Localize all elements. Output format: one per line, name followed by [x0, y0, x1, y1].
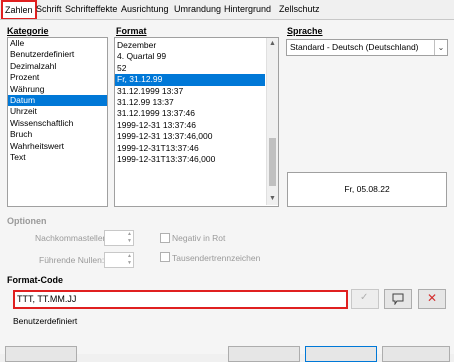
kategorie-list-item[interactable]: Alle [8, 38, 107, 49]
format-list-item[interactable]: Fr, 31.12.99 [115, 74, 265, 86]
optionen-label: Optionen [7, 216, 47, 226]
tab-schrifteffekte[interactable]: Schrifteffekte [63, 1, 119, 18]
format-list-item[interactable]: 1999-12-31 13:37:46,000 [115, 131, 265, 142]
kategorie-list-item[interactable]: Datum [8, 94, 107, 107]
format-list-item[interactable]: 1999-12-31 13:37:46 [115, 120, 265, 131]
fuehrende-spinner[interactable]: ▲ ▼ [104, 252, 134, 268]
format-list[interactable]: Dezember 4. Quartal 99 52 Fr, 31.12.99 31.12… [114, 37, 279, 207]
kategorie-label: Kategorie [7, 26, 49, 36]
chevron-down-icon[interactable]: ⌄ [434, 40, 447, 55]
tab-umrandung[interactable]: Umrandung [172, 1, 223, 18]
kategorie-list-item[interactable]: Text [8, 152, 107, 163]
formatcode-input[interactable]: TTT, TT.MM.JJ [13, 290, 348, 309]
formatcode-label: Format-Code [7, 275, 63, 285]
checkmark-icon: ✓ [360, 292, 369, 303]
spin-up-icon[interactable]: ▲ [127, 231, 132, 237]
format-label: Format [116, 26, 147, 36]
tab-schrift[interactable]: Schrift [34, 1, 64, 18]
check-button[interactable]: ✓ [351, 289, 379, 309]
tab-ausrichtung[interactable]: Ausrichtung [119, 1, 171, 18]
sprache-value: Standard - Deutsch (Deutschland) [290, 42, 419, 52]
nachkomma-spinner[interactable]: ▲ ▼ [104, 230, 134, 246]
kategorie-list-item[interactable]: Bruch [8, 129, 107, 140]
kategorie-list-item[interactable]: Dezimalzahl [8, 61, 107, 72]
nachkomma-label: Nachkommastellen: [35, 233, 110, 243]
kategorie-list-item[interactable]: Wissenschaftlich [8, 118, 107, 129]
scroll-down-icon[interactable]: ▼ [269, 195, 276, 202]
kategorie-list[interactable]: Alle Benutzerdefiniert Dezimalzahl Prozent W… [7, 37, 108, 207]
tab-zahlen[interactable]: Zahlen [1, 0, 37, 20]
format-list-item[interactable]: Dezember [115, 40, 265, 51]
sprache-select[interactable]: Standard - Deutsch (Deutschland) ⌄ [286, 39, 448, 56]
sprache-label: Sprache [287, 26, 323, 36]
spin-up-icon[interactable]: ▲ [127, 253, 132, 259]
scroll-up-icon[interactable]: ▲ [269, 40, 276, 47]
spin-down-icon[interactable]: ▼ [127, 238, 132, 244]
spin-down-icon[interactable]: ▼ [127, 260, 132, 266]
tausender-label: Tausendertrennzeichen [172, 253, 261, 263]
delete-button[interactable]: ✕ [418, 289, 446, 309]
cancel-button[interactable] [382, 346, 450, 362]
tab-bar: Zahlen Schrift Schrifteffekte Ausrichtun… [0, 0, 454, 20]
format-list-item[interactable]: 31.12.1999 13:37 [115, 86, 265, 97]
negativ-label: Negativ in Rot [172, 233, 226, 243]
format-list-item[interactable]: 1999-12-31T13:37:46,000 [115, 154, 265, 165]
formatcode-description: Benutzerdefiniert [13, 316, 78, 326]
preview-box: Fr, 05.08.22 [287, 172, 447, 207]
help-button[interactable] [5, 346, 77, 362]
format-list-item[interactable]: 31.12.99 13:37 [115, 97, 265, 108]
reset-button[interactable] [228, 346, 300, 362]
tausender-checkbox[interactable] [160, 252, 170, 262]
ok-button[interactable] [305, 346, 377, 362]
format-list-item[interactable]: 31.12.1999 13:37:46 [115, 108, 265, 119]
kategorie-list-item[interactable]: Uhrzeit [8, 106, 107, 117]
kategorie-list-item[interactable]: Prozent [8, 72, 107, 83]
kategorie-list-item[interactable]: Benutzerdefiniert [8, 49, 107, 60]
comment-button[interactable] [384, 289, 412, 309]
fuehrende-label: Führende Nullen: [39, 255, 105, 265]
preview-text: Fr, 05.08.22 [344, 184, 390, 194]
scroll-thumb[interactable] [269, 138, 276, 186]
comment-icon [392, 293, 404, 305]
tab-hintergrund[interactable]: Hintergrund [222, 1, 273, 18]
kategorie-list-item[interactable]: Wahrheitswert [8, 141, 107, 152]
negativ-checkbox[interactable] [160, 233, 170, 243]
format-scrollbar[interactable]: ▲ ▼ [266, 38, 278, 205]
tab-zellschutz[interactable]: Zellschutz [277, 1, 322, 18]
format-list-item[interactable]: 4. Quartal 99 [115, 51, 265, 62]
delete-icon: ✕ [427, 291, 438, 305]
kategorie-list-item[interactable]: Währung [8, 84, 107, 95]
format-list-item[interactable]: 1999-12-31T13:37:46 [115, 143, 265, 154]
formatcode-value: TTT, TT.MM.JJ [17, 294, 77, 304]
format-list-item[interactable]: 52 [115, 63, 265, 74]
